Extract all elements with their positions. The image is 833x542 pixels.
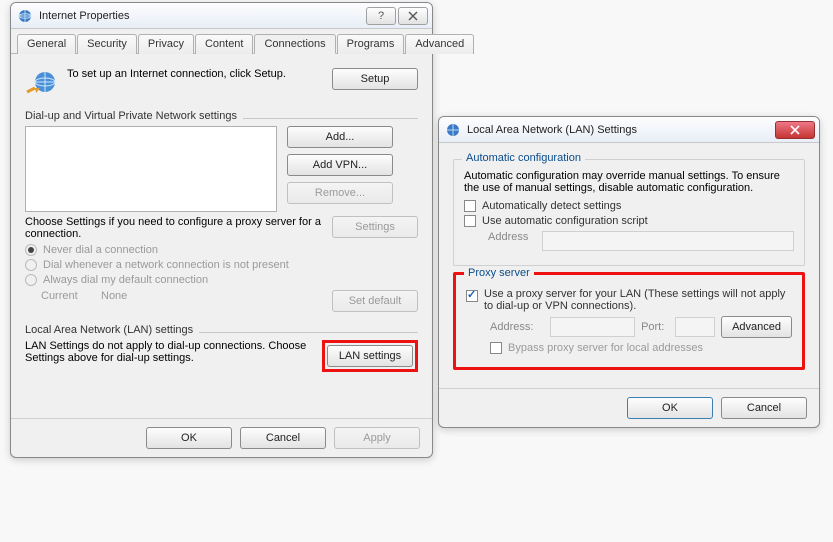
auto-config-text: Automatic configuration may override man… bbox=[464, 170, 794, 194]
dialog-buttons: OK Cancel bbox=[439, 388, 819, 427]
lan-settings-button[interactable]: LAN settings bbox=[327, 345, 413, 367]
ok-button[interactable]: OK bbox=[627, 397, 713, 419]
checkbox-label: Bypass proxy server for local addresses bbox=[508, 342, 703, 354]
help-button[interactable]: ? bbox=[366, 7, 396, 25]
lan-pane: Automatic configuration Automatic config… bbox=[439, 143, 819, 388]
lan-section-label: Local Area Network (LAN) settings bbox=[25, 324, 193, 336]
close-button[interactable] bbox=[775, 121, 815, 139]
highlight-lan-settings: LAN settings bbox=[322, 340, 418, 372]
check-use-proxy[interactable]: Use a proxy server for your LAN (These s… bbox=[466, 288, 792, 312]
radio-label: Always dial my default connection bbox=[43, 274, 208, 286]
tab-content[interactable]: Content bbox=[195, 34, 254, 54]
divider bbox=[243, 118, 418, 119]
tab-strip: General Security Privacy Content Connect… bbox=[11, 29, 432, 54]
radio-indicator bbox=[25, 244, 37, 256]
script-address-input bbox=[542, 231, 794, 251]
lan-settings-dialog: Local Area Network (LAN) Settings Automa… bbox=[438, 116, 820, 428]
check-bypass-local[interactable]: Bypass proxy server for local addresses bbox=[490, 342, 792, 354]
tab-general[interactable]: General bbox=[17, 34, 76, 54]
radio-never-dial: Never dial a connection bbox=[25, 244, 418, 256]
dialog-buttons: OK Cancel Apply bbox=[11, 418, 432, 457]
cancel-button[interactable]: Cancel bbox=[721, 397, 807, 419]
apply-button: Apply bbox=[334, 427, 420, 449]
advanced-button[interactable]: Advanced bbox=[721, 316, 792, 338]
set-default-button: Set default bbox=[332, 290, 418, 312]
address-label: Address bbox=[488, 231, 542, 243]
cancel-button[interactable]: Cancel bbox=[240, 427, 326, 449]
remove-button: Remove... bbox=[287, 182, 393, 204]
group-title: Automatic configuration bbox=[462, 152, 585, 164]
radio-indicator bbox=[25, 259, 37, 271]
add-button[interactable]: Add... bbox=[287, 126, 393, 148]
dialog-title: Internet Properties bbox=[39, 10, 364, 22]
internet-options-icon bbox=[17, 8, 33, 24]
lan-text: LAN Settings do not apply to dial-up con… bbox=[25, 340, 322, 364]
ok-button[interactable]: OK bbox=[146, 427, 232, 449]
proxy-address-label: Address: bbox=[490, 321, 544, 333]
internet-options-icon bbox=[445, 122, 461, 138]
proxy-port-input[interactable] bbox=[675, 317, 715, 337]
titlebar[interactable]: Local Area Network (LAN) Settings bbox=[439, 117, 819, 143]
proxy-address-input[interactable] bbox=[550, 317, 635, 337]
settings-button: Settings bbox=[332, 216, 418, 238]
radio-label: Never dial a connection bbox=[43, 244, 158, 256]
setup-text: To set up an Internet connection, click … bbox=[67, 68, 332, 80]
settings-text: Choose Settings if you need to configure… bbox=[25, 216, 332, 240]
connections-listbox[interactable] bbox=[25, 126, 277, 212]
current-label: Current bbox=[41, 290, 101, 302]
tab-programs[interactable]: Programs bbox=[337, 34, 405, 54]
radio-indicator bbox=[25, 274, 37, 286]
group-title: Proxy server bbox=[464, 267, 534, 279]
tab-pane-connections: To set up an Internet connection, click … bbox=[11, 54, 432, 418]
close-button[interactable] bbox=[398, 7, 428, 25]
radio-always-dial: Always dial my default connection bbox=[25, 274, 418, 286]
checkbox-indicator bbox=[464, 215, 476, 227]
dialog-title: Local Area Network (LAN) Settings bbox=[467, 124, 773, 136]
radio-dial-when-absent: Dial whenever a network connection is no… bbox=[25, 259, 418, 271]
auto-config-group: Automatic configuration Automatic config… bbox=[453, 159, 805, 266]
checkbox-indicator bbox=[466, 290, 478, 302]
current-value: None bbox=[101, 290, 332, 302]
globe-connect-icon bbox=[25, 68, 57, 100]
check-auto-detect[interactable]: Automatically detect settings bbox=[464, 200, 794, 212]
tab-connections[interactable]: Connections bbox=[254, 34, 335, 54]
divider bbox=[199, 332, 418, 333]
proxy-port-label: Port: bbox=[641, 321, 669, 333]
add-vpn-button[interactable]: Add VPN... bbox=[287, 154, 393, 176]
checkbox-indicator bbox=[464, 200, 476, 212]
tab-security[interactable]: Security bbox=[77, 34, 137, 54]
checkbox-label: Use automatic configuration script bbox=[482, 215, 648, 227]
internet-properties-dialog: Internet Properties ? General Security P… bbox=[10, 2, 433, 458]
checkbox-label: Use a proxy server for your LAN (These s… bbox=[484, 288, 792, 312]
titlebar[interactable]: Internet Properties ? bbox=[11, 3, 432, 29]
radio-label: Dial whenever a network connection is no… bbox=[43, 259, 289, 271]
dial-section-label: Dial-up and Virtual Private Network sett… bbox=[25, 110, 237, 122]
setup-button[interactable]: Setup bbox=[332, 68, 418, 90]
proxy-server-group: Proxy server Use a proxy server for your… bbox=[453, 272, 805, 370]
check-auto-script[interactable]: Use automatic configuration script bbox=[464, 215, 794, 227]
tab-privacy[interactable]: Privacy bbox=[138, 34, 194, 54]
checkbox-indicator bbox=[490, 342, 502, 354]
tab-advanced[interactable]: Advanced bbox=[405, 34, 474, 54]
checkbox-label: Automatically detect settings bbox=[482, 200, 621, 212]
